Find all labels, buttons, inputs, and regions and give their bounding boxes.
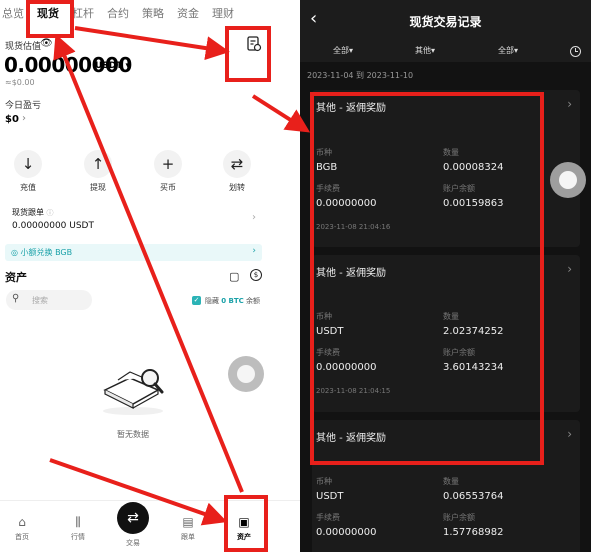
highlight-assets-nav (224, 495, 268, 552)
deposit-button[interactable]: ↓ 充值 (3, 150, 53, 193)
filter-all-dropdown[interactable]: 全部▾ (333, 45, 353, 56)
highlight-history-icon (225, 26, 271, 82)
trade-swap-icon[interactable]: ⇄ (117, 502, 149, 534)
assets-screen: 总览 现货 杠杆 合约 策略 资金 理财 现货估值 👁 0.00000000 U… (0, 0, 300, 552)
search-placeholder: 搜索 (32, 296, 48, 305)
record-fee: 手续费 0.00000000 (316, 512, 376, 538)
empty-state-illustration (103, 369, 164, 415)
tab-strategy[interactable]: 策略 (142, 4, 164, 24)
assets-heading: 资产 (5, 271, 27, 284)
spot-estimate-label: 现货估值 (5, 42, 42, 52)
transfer-label: 划转 (229, 183, 245, 192)
hide-label-suffix: 余额 (246, 297, 261, 305)
eye-icon[interactable]: 👁 (40, 38, 53, 49)
highlight-spot-tab (26, 0, 74, 38)
nav-copy-trade[interactable]: ▤ 跟单 (170, 515, 206, 542)
search-icon: ⚲ (12, 293, 20, 304)
spot-copy-trade-card[interactable]: 现货跟单 ⓘ 0.00000000 USDT › (5, 204, 262, 236)
record-coin: 币种 USDT (316, 476, 343, 502)
hide-label-prefix: 隐藏 (205, 297, 219, 305)
date-range[interactable]: 2023-11-04 到 2023-11-10 (307, 70, 413, 81)
tab-margin[interactable]: 杠杆 (72, 4, 94, 24)
nav-copy-trade-label: 跟单 (181, 533, 195, 541)
balance-value: 1.57768982 (443, 527, 504, 538)
nav-markets[interactable]: ⫼ 行情 (60, 515, 96, 542)
tab-futures[interactable]: 合约 (107, 4, 129, 24)
plus-icon: + (154, 150, 182, 178)
history-header: ‹ 现货交易记录 (300, 0, 591, 40)
chevron-right-icon: › (252, 246, 256, 256)
coin-label: 币种 (316, 477, 332, 486)
home-icon: ⌂ (18, 515, 26, 529)
pnl-label: 今日盈亏 (5, 101, 42, 111)
hide-small-balance-checkbox[interactable]: ✓ (192, 296, 201, 305)
nav-markets-label: 行情 (71, 533, 85, 541)
small-exchange-banner[interactable]: ◎ 小额兑换 BGB › (5, 244, 262, 261)
withdraw-label: 提现 (90, 183, 106, 192)
coin-value: USDT (316, 491, 344, 502)
amount-label: 数量 (443, 477, 459, 486)
quick-actions: ↓ 充值 ↑ 提现 + 买币 ⇄ 划转 (0, 150, 290, 196)
info-icon[interactable]: ⓘ (47, 209, 54, 217)
buy-crypto-label: 买币 (160, 183, 176, 192)
candlestick-icon: ⫼ (75, 515, 81, 529)
arrow-down-icon: ↓ (14, 150, 42, 178)
fee-label: 手续费 (316, 513, 340, 522)
nav-home-label: 首页 (15, 533, 29, 541)
assistive-touch-button[interactable] (550, 162, 586, 198)
assistive-touch-button[interactable] (228, 356, 264, 392)
small-exchange-label: 小额兑换 BGB (20, 248, 73, 257)
empty-state-text: 暂无数据 (117, 430, 149, 439)
fee-value: 0.00000000 (316, 527, 377, 538)
hide-small-balance-label: 隐藏 0 BTC 余额 (205, 296, 260, 306)
transfer-button[interactable]: ⇄ 划转 (212, 150, 262, 193)
balance-approx: ≈$0.00 (5, 78, 35, 87)
currency-icon[interactable]: $ (250, 269, 262, 281)
chevron-right-icon[interactable]: › (22, 113, 26, 124)
balance-label: 账户余额 (443, 513, 475, 522)
transfer-icon: ⇄ (223, 150, 251, 178)
deposit-label: 充值 (20, 183, 36, 192)
tab-earn[interactable]: 理财 (212, 4, 234, 24)
chevron-right-icon: › (252, 212, 256, 223)
copy-trade-title: 现货跟单 ⓘ (12, 207, 54, 218)
chevron-right-icon: › (567, 427, 572, 441)
highlight-history-records (310, 92, 544, 465)
hide-label-value: 0 BTC (221, 297, 244, 305)
copy-trade-value: 0.00000000 USDT (12, 221, 94, 231)
asset-search-input[interactable]: ⚲ 搜索 (6, 290, 92, 310)
history-filters: 全部▾ 其他▾ 全部▾ (300, 40, 591, 62)
clock-icon[interactable] (570, 46, 581, 57)
small-exchange-text: ◎ 小额兑换 BGB (11, 248, 73, 257)
copy-trade-title-text: 现货跟单 (12, 208, 44, 217)
arrow-up-icon: ↑ (84, 150, 112, 178)
tab-funding[interactable]: 资金 (177, 4, 199, 24)
record-balance: 账户余额 1.57768982 (443, 512, 503, 538)
wallet-icon[interactable]: ▢ (229, 270, 239, 283)
filter-type-dropdown[interactable]: 其他▾ (415, 45, 435, 56)
chevron-right-icon: › (567, 97, 572, 111)
buy-crypto-button[interactable]: + 买币 (143, 150, 193, 193)
copy-trade-icon: ▤ (182, 515, 194, 529)
nav-home[interactable]: ⌂ 首页 (4, 515, 40, 542)
pnl-value[interactable]: $0 (5, 114, 19, 125)
withdraw-button[interactable]: ↑ 提现 (73, 150, 123, 193)
nav-trade-label: 交易 (126, 539, 140, 547)
chevron-right-icon: › (567, 262, 572, 276)
tab-overview[interactable]: 总览 (2, 4, 24, 24)
nav-trade[interactable]: 交易 (115, 535, 151, 548)
balance-unit-selector[interactable]: USDT ▾ (95, 61, 130, 71)
amount-value: 0.06553764 (443, 491, 504, 502)
record-amount: 数量 0.06553764 (443, 476, 503, 502)
page-title: 现货交易记录 (409, 15, 482, 29)
filter-coin-dropdown[interactable]: 全部▾ (498, 45, 518, 56)
